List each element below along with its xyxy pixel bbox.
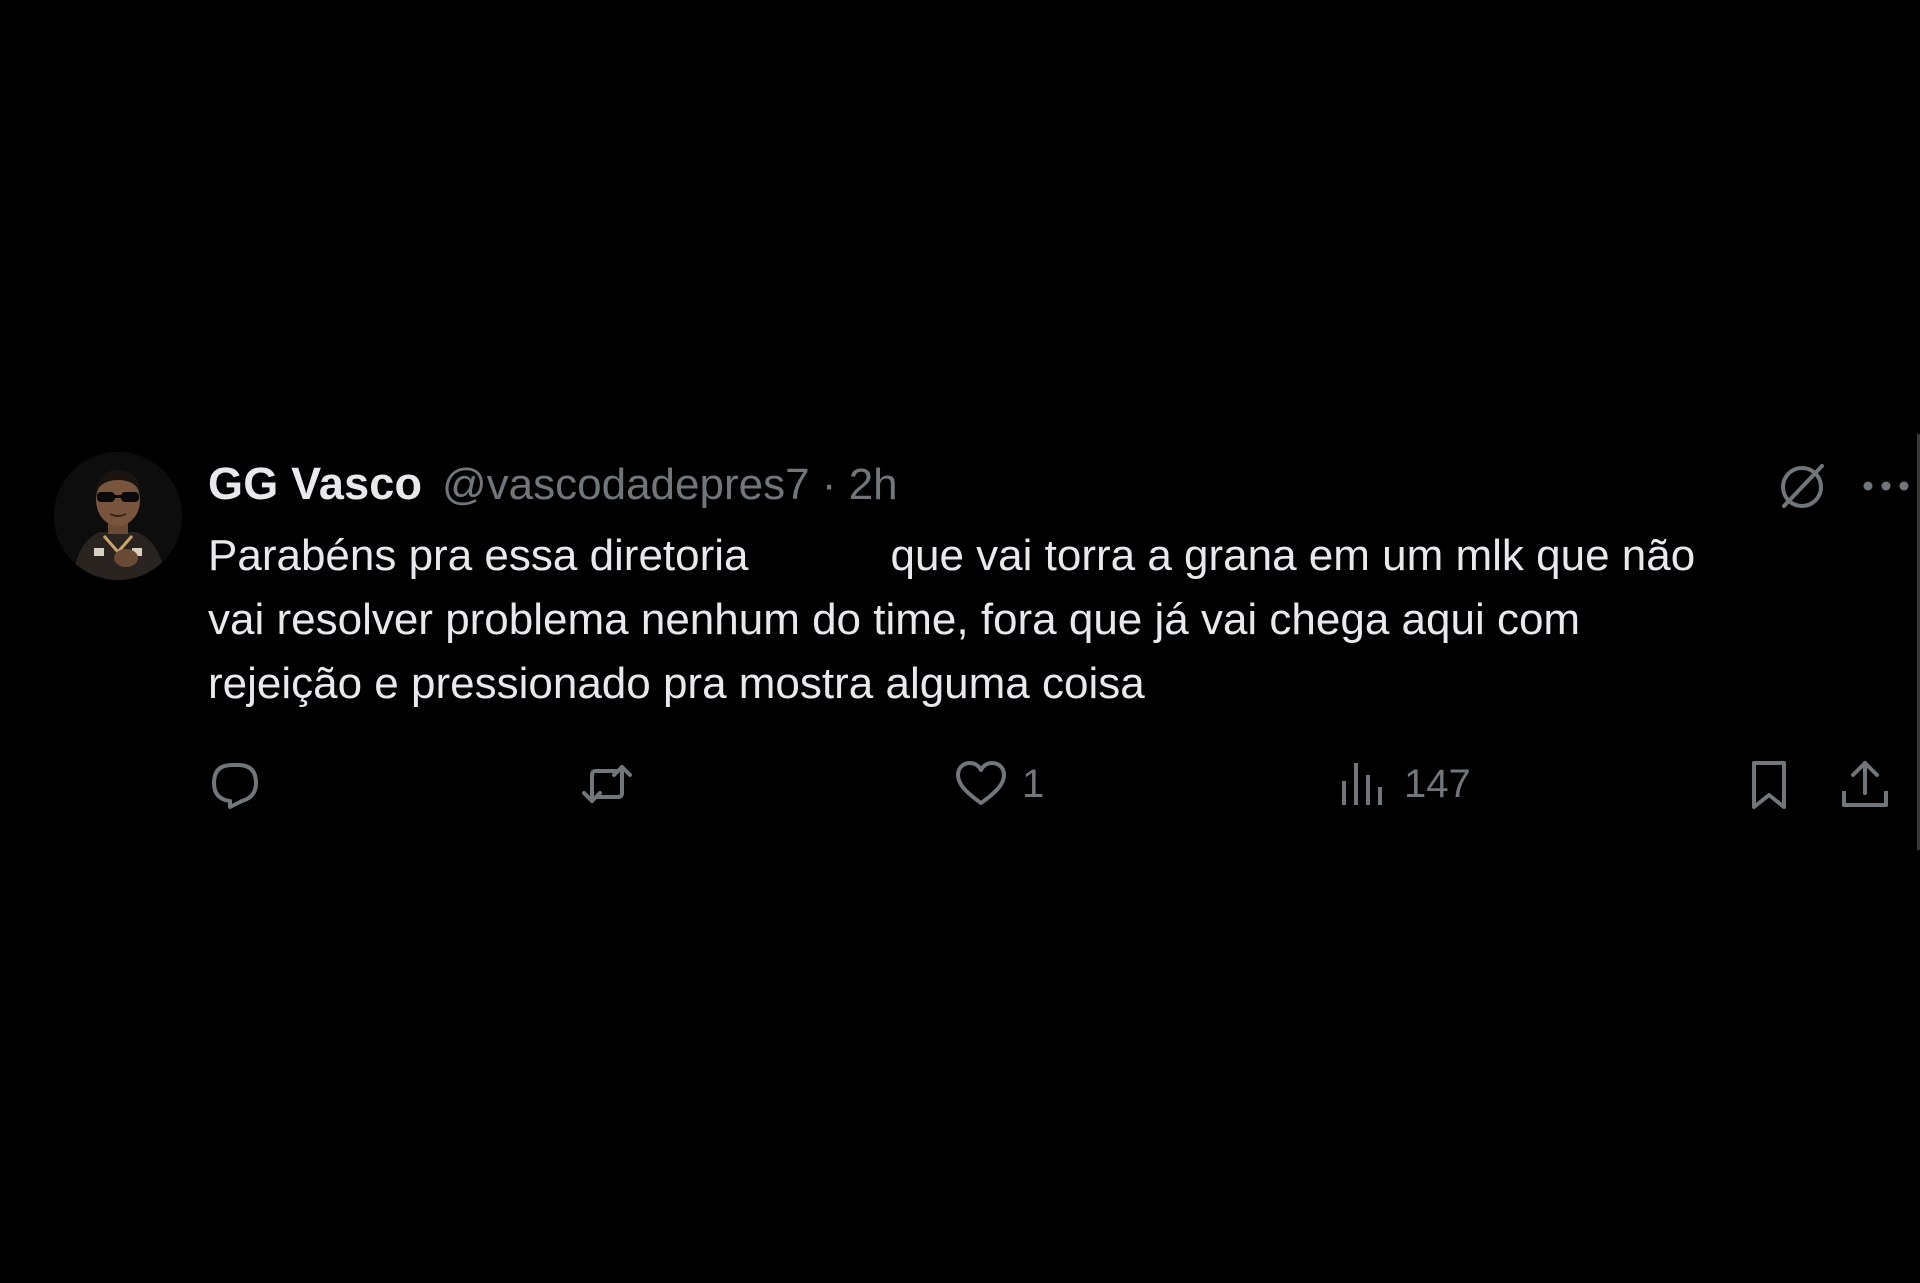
tweet-actions: 1 147 <box>208 752 1888 816</box>
tweet-text-segment: Parabéns pra essa diretoria <box>208 531 749 580</box>
avatar[interactable] <box>54 452 182 580</box>
heart-icon <box>956 761 1006 805</box>
tweet-text-segment: que vai torra a grana em um mlk que não <box>890 531 1696 580</box>
views-chart-icon <box>1342 763 1382 805</box>
like-button[interactable]: 1 <box>954 752 1044 816</box>
tweet-text-line: rejeição e pressionado pra mostra alguma… <box>208 659 1145 708</box>
tweet-text: Parabéns pra essa diretoria que vai torra… <box>208 524 1848 716</box>
tweet-meta: @vascodadepres7 · 2h <box>442 460 898 510</box>
page: GG Vasco @vascodadepres7 · 2h Parabéns p… <box>0 0 1920 1283</box>
tweet-text-line: Parabéns pra essa diretoria que vai torra… <box>208 524 1848 588</box>
reply-icon <box>212 763 258 809</box>
repost-icon <box>582 765 632 803</box>
user-handle[interactable]: @vascodadepres7 <box>442 460 810 509</box>
views-button[interactable]: 147 <box>1336 752 1471 816</box>
tweet-header: GG Vasco @vascodadepres7 · 2h <box>208 452 1909 518</box>
view-count: 147 <box>1404 761 1471 806</box>
grok-icon[interactable] <box>1772 456 1832 516</box>
share-icon <box>1842 761 1888 807</box>
more-icon[interactable] <box>1858 472 1914 500</box>
bookmark-button[interactable] <box>1742 752 1796 816</box>
tweet-text-line: vai resolver problema nenhum do time, fo… <box>208 595 1581 644</box>
bookmark-icon <box>1752 761 1786 809</box>
tweet-content: GG Vasco @vascodadepres7 · 2h Parabéns p… <box>208 452 1909 809</box>
timestamp[interactable]: 2h <box>849 460 898 509</box>
separator-dot: · <box>821 460 837 509</box>
share-button[interactable] <box>1838 752 1892 816</box>
reply-button[interactable] <box>208 752 262 816</box>
repost-button[interactable] <box>580 752 634 816</box>
display-name[interactable]: GG Vasco <box>208 458 422 510</box>
like-count: 1 <box>1022 761 1045 806</box>
